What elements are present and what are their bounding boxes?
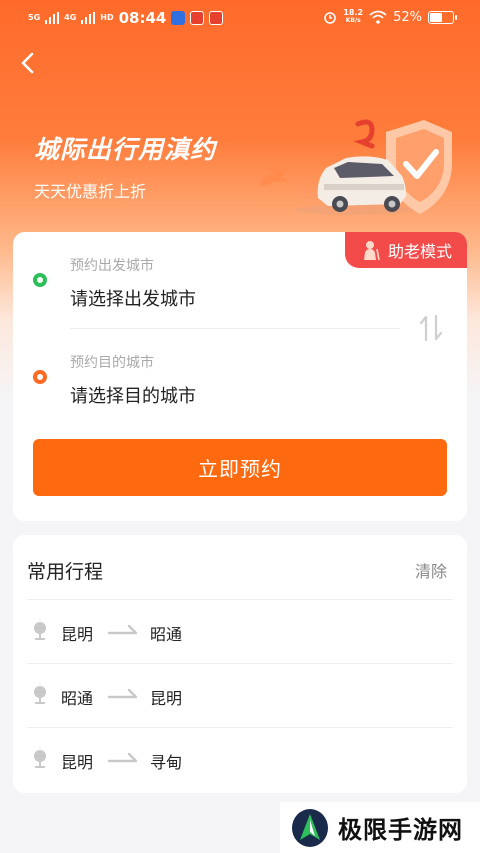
divider	[70, 328, 400, 329]
app-notification-icon	[190, 11, 205, 25]
back-button[interactable]	[14, 48, 44, 78]
trip-from: 昭通	[61, 689, 94, 708]
signal-icon	[81, 12, 96, 24]
car-shield-illustration	[260, 119, 452, 215]
row-divider	[27, 727, 453, 728]
origin-city-field[interactable]: 请选择出发城市	[70, 285, 196, 311]
alarm-icon	[324, 12, 337, 24]
destination-dot-icon	[33, 370, 47, 384]
arrow-right-icon	[108, 624, 138, 635]
row-divider	[27, 599, 453, 600]
frequent-trips-card: 常用行程 清除 昆明 昭通 昭通 昆明 昆明 寻甸	[13, 535, 467, 793]
trip-from: 昆明	[61, 753, 94, 772]
clear-trips-button[interactable]: 清除	[415, 558, 447, 582]
location-pin-icon	[34, 750, 46, 768]
battery-icon	[428, 10, 457, 24]
signal-5g-label: 5G	[28, 13, 41, 22]
booking-card: 助老模式 预约出发城市 请选择出发城市 预约目的城市 请选择目的城市 立即预约	[13, 232, 467, 521]
app-notification-icon	[209, 11, 224, 25]
wifi-icon	[369, 10, 387, 24]
origin-label: 预约出发城市	[70, 258, 154, 274]
destination-city-field[interactable]: 请选择目的城市	[70, 382, 196, 408]
origin-dot-icon	[33, 273, 47, 287]
row-divider	[27, 663, 453, 664]
signal-icon	[45, 12, 60, 24]
trip-from: 昆明	[61, 625, 94, 644]
hero-subtitle: 天天优惠折上折	[34, 182, 147, 201]
status-bar: 5G 4G HD 08:44 18.2 KB/s 52%	[0, 0, 480, 34]
watermark-logo-icon	[292, 808, 328, 847]
swap-icon[interactable]	[419, 314, 443, 342]
hd-label: HD	[100, 13, 114, 22]
signal-4g-label: 4G	[64, 13, 77, 22]
trip-row[interactable]: 昆明 寻甸	[13, 727, 467, 791]
location-pin-icon	[34, 686, 46, 704]
arrow-right-icon	[108, 752, 138, 763]
destination-label: 预约目的城市	[70, 355, 154, 371]
elderly-person-icon	[363, 241, 380, 261]
net-speed-value: 18.2	[343, 8, 364, 17]
book-now-button[interactable]: 立即预约	[33, 439, 447, 496]
elder-mode-label: 助老模式	[387, 242, 452, 261]
app-notification-icon	[171, 11, 186, 25]
frequent-trips-title: 常用行程	[27, 561, 104, 583]
trip-to: 昆明	[150, 689, 183, 708]
chevron-left-icon	[21, 52, 34, 74]
trip-row[interactable]: 昭通 昆明	[13, 663, 467, 727]
trip-to: 昭通	[150, 625, 183, 644]
net-speed-unit: KB/s	[345, 17, 361, 24]
arrow-right-icon	[108, 688, 138, 699]
trip-row[interactable]: 昆明 昭通	[13, 599, 467, 663]
battery-percent: 52%	[393, 9, 422, 25]
hero-title: 城际出行用滇约	[34, 135, 217, 164]
watermark: 极限手游网	[280, 802, 480, 853]
elder-mode-button[interactable]: 助老模式	[345, 232, 467, 268]
location-pin-icon	[34, 622, 46, 640]
watermark-text: 极限手游网	[338, 816, 463, 844]
trip-to: 寻甸	[150, 753, 183, 772]
clock: 08:44	[118, 9, 167, 27]
